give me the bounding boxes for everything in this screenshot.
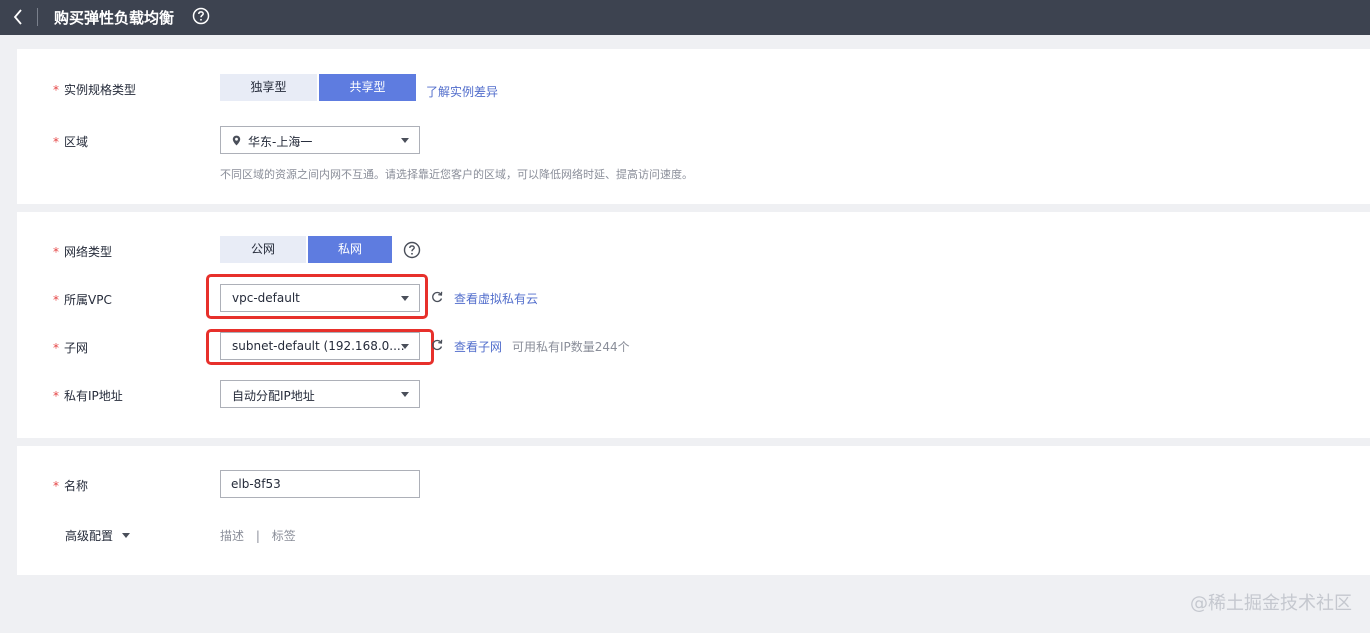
private-ip-value: 自动分配IP地址 bbox=[232, 389, 315, 403]
network-type-toggle: 公网 私网 bbox=[220, 236, 392, 263]
required-star: * bbox=[53, 341, 59, 355]
name-input[interactable] bbox=[220, 470, 420, 498]
chevron-down-icon bbox=[401, 392, 409, 397]
network-option-public[interactable]: 公网 bbox=[220, 236, 306, 263]
region-label: * 区域 bbox=[53, 135, 89, 149]
available-ip-count: 可用私有IP数量244个 bbox=[512, 340, 630, 354]
private-ip-select[interactable]: 自动分配IP地址 bbox=[220, 380, 420, 408]
chevron-down-icon bbox=[401, 138, 409, 143]
required-star: * bbox=[53, 479, 59, 493]
advanced-items: 描述 | 标签 bbox=[220, 527, 296, 544]
view-subnet-link[interactable]: 查看子网 bbox=[454, 338, 502, 355]
required-star: * bbox=[53, 135, 59, 149]
chevron-down-icon bbox=[401, 344, 409, 349]
location-pin-icon bbox=[232, 135, 241, 146]
required-star: * bbox=[53, 293, 59, 307]
private-ip-label: * 私有IP地址 bbox=[53, 389, 123, 403]
view-vpc-link[interactable]: 查看虚拟私有云 bbox=[454, 290, 538, 307]
required-star: * bbox=[53, 389, 59, 403]
subnet-value: subnet-default (192.168.0.... bbox=[232, 339, 405, 353]
region-hint: 不同区域的资源之间内网不互通。请选择靠近您客户的区域，可以降低网络时延、提高访问… bbox=[220, 168, 693, 181]
back-button[interactable] bbox=[9, 7, 27, 27]
chevron-down-icon bbox=[401, 296, 409, 301]
region-select[interactable]: 华东-上海一 bbox=[220, 126, 420, 154]
items-separator: | bbox=[255, 529, 260, 543]
page-title: 购买弹性负载均衡 bbox=[54, 9, 175, 27]
refresh-icon[interactable] bbox=[431, 339, 443, 351]
top-bar: 购买弹性负载均衡 bbox=[0, 0, 1370, 35]
name-config-card: *名称 高级配置 描述 | 标签 bbox=[17, 446, 1370, 575]
spec-type-toggle: 独享型 共享型 bbox=[220, 74, 416, 101]
spec-option-dedicated[interactable]: 独享型 bbox=[220, 74, 317, 101]
spec-option-shared[interactable]: 共享型 bbox=[319, 74, 416, 101]
spec-type-label: * 实例规格类型 bbox=[53, 83, 137, 97]
name-label: * 名称 bbox=[53, 479, 89, 493]
subnet-select[interactable]: subnet-default (192.168.0.... bbox=[220, 332, 420, 360]
header-divider bbox=[37, 8, 38, 26]
subnet-label: * 子网 bbox=[53, 341, 89, 355]
vpc-label: * 所属VPC bbox=[53, 293, 112, 307]
required-star: * bbox=[53, 245, 59, 259]
required-star: * bbox=[53, 83, 59, 97]
chevron-down-icon bbox=[122, 533, 131, 538]
advanced-config-label: 高级配置 bbox=[65, 529, 114, 543]
learn-instance-diff-link[interactable]: 了解实例差异 bbox=[426, 83, 498, 100]
chevron-left-icon bbox=[13, 9, 22, 25]
network-option-private[interactable]: 私网 bbox=[308, 236, 392, 263]
tags-tab[interactable]: 标签 bbox=[272, 529, 296, 543]
basic-config-card: * 实例规格类型 独享型 共享型 了解实例差异 * 区域 华东-上海一 不同区域的资… bbox=[17, 49, 1370, 204]
vpc-value: vpc-default bbox=[232, 291, 300, 305]
description-tab[interactable]: 描述 bbox=[220, 529, 244, 543]
network-type-label: * 网络类型 bbox=[53, 245, 113, 259]
help-icon[interactable] bbox=[192, 7, 210, 25]
refresh-icon[interactable] bbox=[431, 291, 443, 303]
region-value: 华东-上海一 bbox=[248, 135, 313, 149]
watermark: @稀土掘金技术社区 bbox=[1190, 593, 1352, 614]
advanced-config-toggle[interactable]: 高级配置 bbox=[65, 527, 131, 544]
help-icon[interactable] bbox=[403, 241, 421, 259]
vpc-select[interactable]: vpc-default bbox=[220, 284, 420, 312]
network-config-card: * 网络类型 公网 私网 * 所属VPC vpc-default 查看虚拟私有云 *… bbox=[17, 212, 1370, 438]
